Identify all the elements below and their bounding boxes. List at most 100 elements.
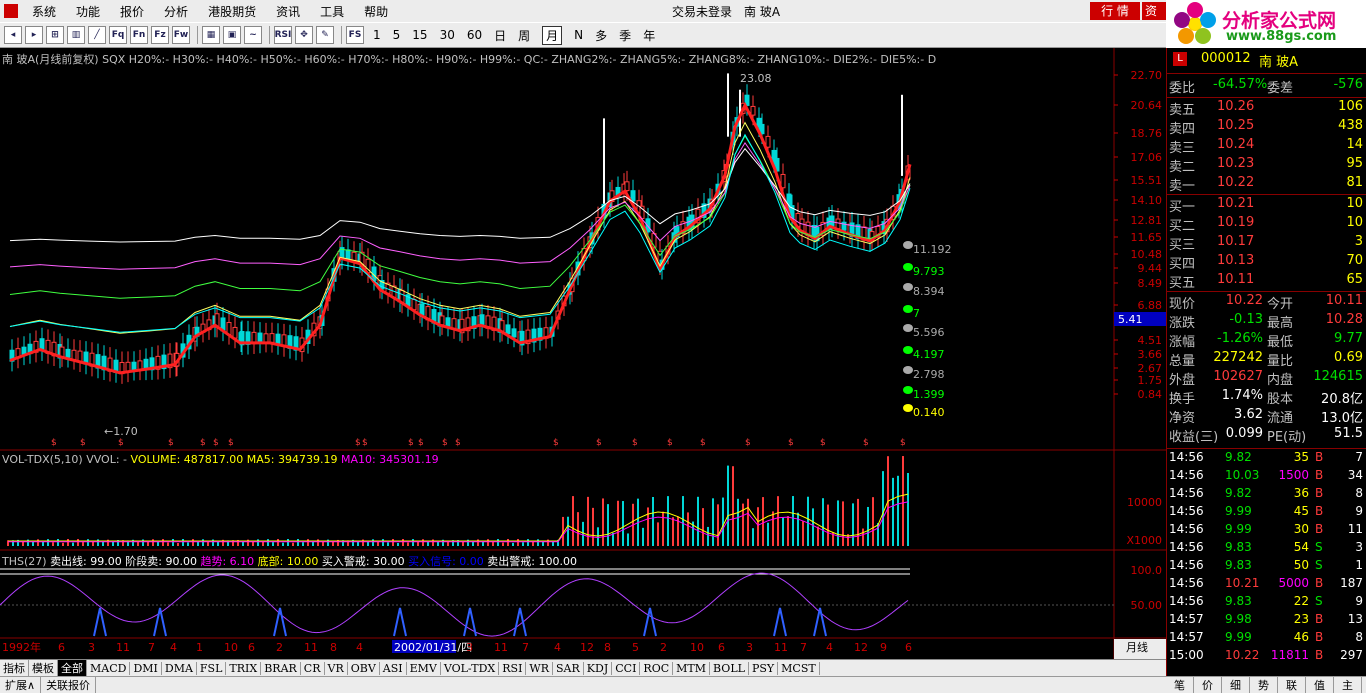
bid-row[interactable]: 买一 10.21 10: [1167, 196, 1366, 215]
grid-icon[interactable]: ▦: [202, 26, 220, 44]
indicator-tab[interactable]: SAR: [553, 661, 584, 675]
menu-item[interactable]: 系统: [22, 3, 66, 20]
line-icon[interactable]: ╱: [88, 26, 106, 44]
period-button[interactable]: 多: [595, 27, 607, 44]
menu-item[interactable]: 港股期货: [198, 3, 266, 20]
menu-item[interactable]: 帮助: [354, 3, 398, 20]
indicator-tab[interactable]: VOL-TDX: [441, 661, 500, 675]
indicator-tab[interactable]: CR: [301, 661, 325, 675]
menu-item[interactable]: 工具: [310, 3, 354, 20]
indicator-tab[interactable]: 全部: [58, 660, 87, 676]
menu-item[interactable]: 资讯: [266, 3, 310, 20]
ask-row[interactable]: 卖四 10.25 438: [1167, 118, 1366, 137]
quote-side-tab[interactable]: 价: [1194, 677, 1222, 693]
indicator-tab[interactable]: ROC: [640, 661, 674, 675]
date-axis-label: 12: [854, 641, 868, 654]
date-axis-label: 6: [58, 641, 65, 654]
indicator-tab[interactable]: ASI: [380, 661, 407, 675]
indicator-tab[interactable]: MCST: [778, 661, 820, 675]
status-tab[interactable]: 关联报价: [41, 677, 97, 693]
price-axis-label: 10.48: [1131, 248, 1163, 261]
fz-icon[interactable]: Fz: [151, 26, 169, 44]
indicator-tab[interactable]: OBV: [348, 661, 380, 675]
menu-item[interactable]: 报价: [110, 3, 154, 20]
indicator-tab[interactable]: DMA: [162, 661, 197, 675]
indicator-tab[interactable]: BRAR: [261, 661, 301, 675]
indicator-tab[interactable]: 模板: [29, 660, 58, 676]
quote-side-tab[interactable]: 笔: [1166, 677, 1194, 693]
fs-icon[interactable]: FS: [346, 26, 364, 44]
ask-row[interactable]: 卖二 10.23 95: [1167, 156, 1366, 175]
quote-button[interactable]: 行 情: [1090, 2, 1140, 20]
status-bar: 扩展∧ 关联报价 笔价细势联值主: [0, 676, 1366, 693]
info-button[interactable]: 资讯: [1142, 2, 1166, 20]
fn-icon[interactable]: Fn: [130, 26, 148, 44]
indicator-tab[interactable]: FSL: [197, 661, 227, 675]
rsi-icon[interactable]: RSI: [274, 26, 292, 44]
indicator-tab[interactable]: PSY: [749, 661, 779, 675]
date-axis-label: 8: [604, 641, 611, 654]
period-button[interactable]: 30: [440, 28, 455, 42]
period-button[interactable]: 日: [494, 27, 506, 44]
chart-area[interactable]: 南 玻A(月线前复权) SQX H20%:- H30%:- H40%:- H50…: [0, 48, 1166, 659]
level-label: 0.140: [913, 406, 945, 419]
ask-row[interactable]: 卖一 10.22 81: [1167, 175, 1366, 194]
date-axis-label: 11: [774, 641, 788, 654]
indicator-tab[interactable]: EMV: [407, 661, 441, 675]
back-icon[interactable]: ◂: [4, 26, 22, 44]
fw-icon[interactable]: Fw: [172, 26, 190, 44]
quote-side-tab[interactable]: 细: [1222, 677, 1250, 693]
indicator-tab[interactable]: BOLL: [710, 661, 749, 675]
indicator-tab[interactable]: VR: [325, 661, 348, 675]
status-tab[interactable]: 扩展∧: [0, 677, 42, 693]
login-status: 交易未登录: [672, 5, 733, 19]
pencil-icon[interactable]: ✎: [316, 26, 334, 44]
period-button[interactable]: 月: [542, 25, 563, 45]
window-icon[interactable]: ▣: [223, 26, 241, 44]
indicator-tab[interactable]: KDJ: [584, 661, 613, 675]
period-button[interactable]: 1: [373, 28, 381, 42]
candle-body: [630, 190, 636, 202]
move-icon[interactable]: ✥: [295, 26, 313, 44]
menu-item[interactable]: 功能: [66, 3, 110, 20]
quote-side-tab[interactable]: 联: [1278, 677, 1306, 693]
bar-chart-icon[interactable]: ⊞: [46, 26, 64, 44]
level-label: 5.596: [913, 326, 945, 339]
indicator-tab[interactable]: RSI: [499, 661, 527, 675]
quote-side-tab[interactable]: 势: [1250, 677, 1278, 693]
ask-row[interactable]: 卖三 10.24 14: [1167, 137, 1366, 156]
bid-row[interactable]: 买五 10.11 65: [1167, 272, 1366, 291]
badge-l: L: [1173, 52, 1187, 66]
level-marker: [903, 386, 913, 394]
bid-row[interactable]: 买四 10.13 70: [1167, 253, 1366, 272]
ths-buy-signal: [273, 607, 287, 637]
indicator-tab[interactable]: CCI: [612, 661, 641, 675]
indicator-tab[interactable]: WR: [526, 661, 554, 675]
indicator-tab[interactable]: 指标: [0, 660, 29, 676]
period-button[interactable]: 周: [518, 27, 530, 44]
stock-title-row: L 000012 南 玻A: [1167, 51, 1366, 70]
indicator-tab[interactable]: DMI: [130, 661, 162, 675]
quote-side-tab[interactable]: 值: [1306, 677, 1334, 693]
ths-buy-signal: [463, 607, 477, 637]
indicator-tab[interactable]: MTM: [673, 661, 711, 675]
ask-row[interactable]: 卖五 10.26 106: [1167, 99, 1366, 118]
period-button[interactable]: 季: [619, 27, 631, 44]
period-button[interactable]: 年: [643, 27, 655, 44]
bid-row[interactable]: 买二 10.19 10: [1167, 215, 1366, 234]
candle-icon[interactable]: ▥: [67, 26, 85, 44]
fq-icon[interactable]: Fq: [109, 26, 127, 44]
indicator-tab[interactable]: MACD: [87, 661, 131, 675]
period-button[interactable]: 60: [467, 28, 482, 42]
period-button[interactable]: 15: [412, 28, 427, 42]
indicator-icon[interactable]: ~: [244, 26, 262, 44]
date-axis-label: 4: [826, 641, 833, 654]
indicator-tab[interactable]: TRIX: [226, 661, 262, 675]
ths-buy-signal: [643, 607, 657, 637]
menu-item[interactable]: 分析: [154, 3, 198, 20]
period-button[interactable]: 5: [393, 28, 401, 42]
period-button[interactable]: N: [574, 28, 583, 42]
quote-side-tab[interactable]: 主: [1334, 677, 1362, 693]
bid-row[interactable]: 买三 10.17 3: [1167, 234, 1366, 253]
forward-icon[interactable]: ▸: [25, 26, 43, 44]
